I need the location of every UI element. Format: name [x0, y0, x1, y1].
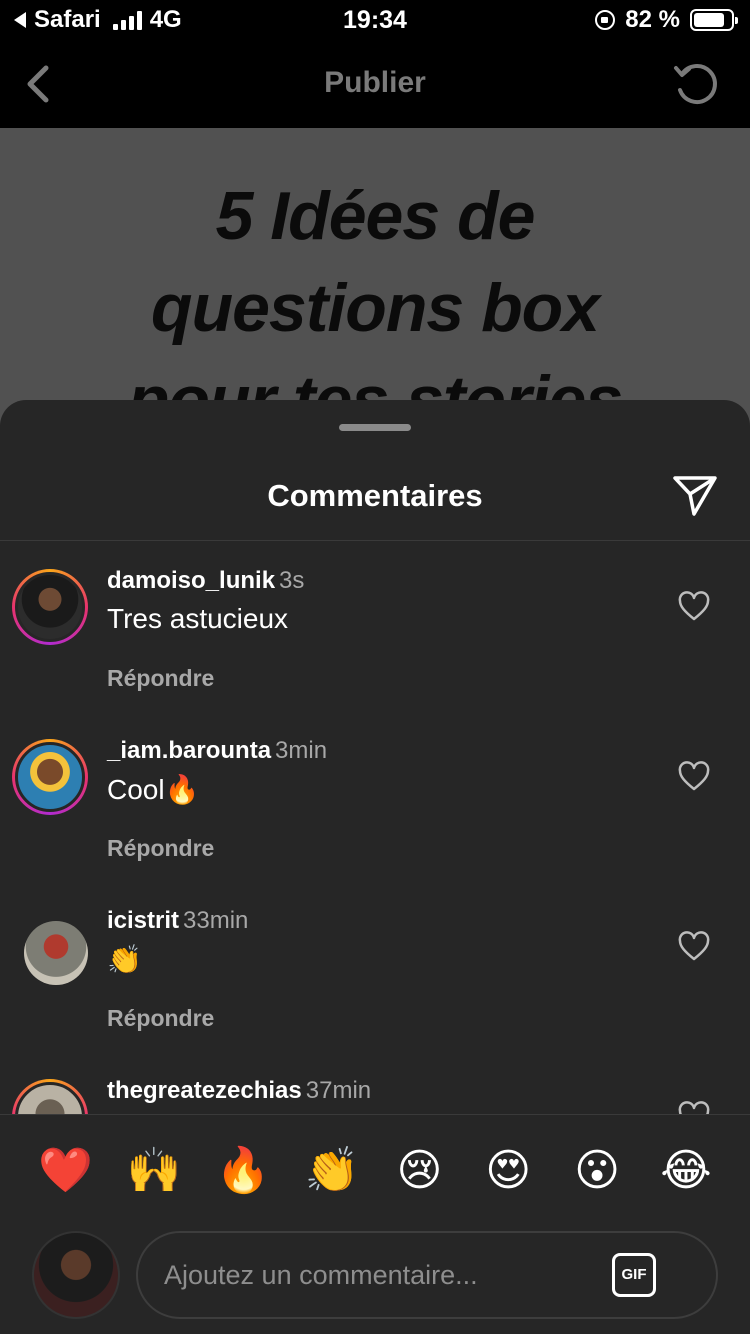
- heart-icon[interactable]: [678, 591, 710, 623]
- reply-button[interactable]: Répondre: [107, 1005, 214, 1032]
- avatar[interactable]: [12, 1079, 88, 1114]
- comment-header: icistrit 33min: [107, 907, 248, 935]
- refresh-icon[interactable]: [672, 60, 720, 108]
- comment-text: Cool🔥: [107, 774, 200, 805]
- comment-time: 3min: [275, 737, 328, 764]
- heart-icon[interactable]: [678, 931, 710, 963]
- comment-username[interactable]: _iam.barounta: [107, 737, 271, 764]
- comment-time: 37min: [305, 1077, 372, 1104]
- avatar-image: [15, 742, 85, 812]
- battery-percent: 82 %: [625, 6, 680, 33]
- reply-button[interactable]: Répondre: [107, 665, 214, 692]
- drag-handle[interactable]: [339, 424, 411, 431]
- comment-username[interactable]: damoiso_lunik: [107, 567, 275, 594]
- battery-icon: [690, 9, 738, 31]
- emoji-laughing-button[interactable]: 😂: [660, 1145, 712, 1197]
- rotation-lock-icon: [595, 10, 616, 30]
- emoji-heart-button[interactable]: ❤️: [38, 1145, 93, 1197]
- emoji-crying-button[interactable]: 😢: [393, 1145, 445, 1197]
- battery-fill: [694, 13, 724, 27]
- comment-item: icistrit 33min 👏 Répondre: [0, 881, 750, 1051]
- send-icon[interactable]: [672, 472, 718, 518]
- comment-header: thegreatezechias 37min: [107, 1077, 371, 1105]
- sheet-title: Commentaires: [267, 478, 483, 513]
- status-right: 82 %: [595, 6, 738, 34]
- avatar-image: [15, 1082, 85, 1114]
- comment-username[interactable]: icistrit: [107, 907, 179, 934]
- heart-icon[interactable]: [678, 761, 710, 793]
- my-avatar: [32, 1231, 120, 1319]
- page-title: Publier: [324, 66, 426, 99]
- reply-button[interactable]: Répondre: [107, 835, 214, 862]
- comment-text: 👏: [107, 944, 142, 975]
- comment-header: damoiso_lunik 3s: [107, 567, 304, 595]
- gif-button[interactable]: GIF: [612, 1253, 656, 1297]
- heart-icon[interactable]: [678, 1101, 710, 1114]
- post-line: 5 Idées de: [215, 178, 536, 254]
- comments-sheet: Commentaires damoiso_lunik 3s Tres astuci…: [0, 400, 750, 1334]
- comment-time: 33min: [183, 907, 249, 934]
- comment-item: thegreatezechias 37min: [0, 1051, 750, 1114]
- post-preview: 5 Idées de questions box pour tes storie…: [0, 128, 750, 428]
- emoji-surprised-button[interactable]: 😮: [571, 1145, 623, 1197]
- avatar-image: [24, 921, 88, 985]
- emoji-reaction-row: ❤️ 🙌 🔥 👏 😢 😍 😮 😂: [0, 1145, 750, 1197]
- comment-header: _iam.barounta 3min: [107, 737, 327, 765]
- comment-item: _iam.barounta 3min Cool🔥 Répondre: [0, 711, 750, 881]
- post-line: questions box: [151, 270, 600, 346]
- emoji-raised-hands-button[interactable]: 🙌: [127, 1145, 182, 1197]
- post-headline: 5 Idées de questions box pour tes storie…: [0, 170, 750, 428]
- avatar-image: [15, 572, 85, 642]
- comment-list[interactable]: damoiso_lunik 3s Tres astucieux Répondre …: [0, 541, 750, 1114]
- avatar[interactable]: [12, 569, 88, 645]
- comment-item: damoiso_lunik 3s Tres astucieux Répondre: [0, 541, 750, 711]
- composer-bar: ❤️ 🙌 🔥 👏 😢 😍 😮 😂 GIF: [0, 1114, 750, 1334]
- emoji-fire-button[interactable]: 🔥: [216, 1145, 271, 1197]
- emoji-clap-button[interactable]: 👏: [305, 1145, 360, 1197]
- emoji-heart-eyes-button[interactable]: 😍: [482, 1145, 534, 1197]
- avatar[interactable]: [24, 921, 88, 985]
- comment-text: Tres astucieux: [107, 603, 289, 634]
- status-bar: Safari 4G 19:34 82 %: [0, 0, 750, 40]
- header: Publier: [0, 40, 750, 128]
- comment-time: 3s: [279, 567, 305, 594]
- comment-username[interactable]: thegreatezechias: [107, 1077, 302, 1104]
- avatar[interactable]: [12, 739, 88, 815]
